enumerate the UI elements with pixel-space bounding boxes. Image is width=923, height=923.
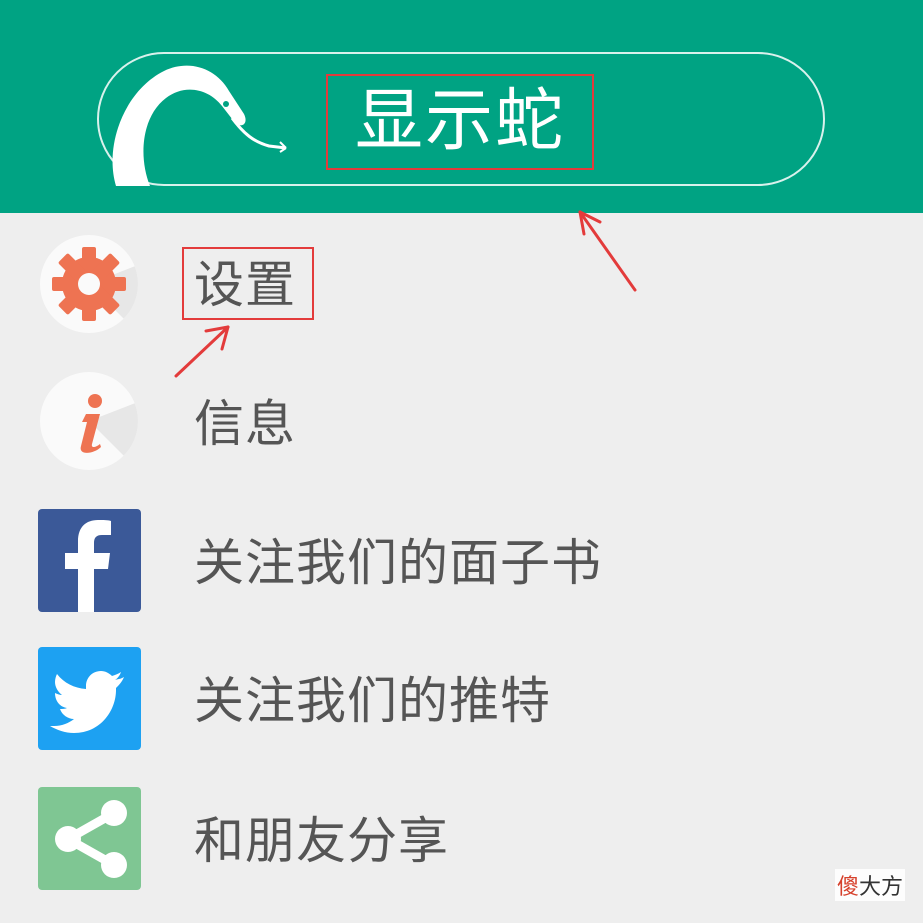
- menu-item-settings[interactable]: 设置: [0, 225, 923, 345]
- watermark-first-char: 傻: [836, 875, 859, 900]
- menu-item-label: 信息: [194, 395, 296, 453]
- menu-item-label: 和朋友分享: [194, 812, 449, 870]
- watermark: 傻大方: [834, 869, 905, 901]
- twitter-icon: [38, 647, 141, 750]
- title-highlight-box: [326, 74, 594, 170]
- watermark-rest: 大方: [858, 875, 903, 900]
- menu-item-label: 关注我们的推特: [194, 672, 551, 730]
- menu-item-facebook[interactable]: 关注我们的面子书: [0, 502, 923, 622]
- gear-icon: [40, 235, 138, 333]
- facebook-icon: [38, 509, 141, 612]
- info-icon: [40, 372, 138, 470]
- menu-item-share[interactable]: 和朋友分享: [0, 780, 923, 900]
- menu-item-label: 设置: [194, 256, 296, 314]
- menu-item-twitter[interactable]: 关注我们的推特: [0, 640, 923, 760]
- share-icon: [38, 787, 141, 890]
- menu-item-label: 关注我们的面子书: [194, 534, 602, 592]
- snake-icon: [112, 65, 287, 186]
- menu-item-info[interactable]: 信息: [0, 362, 923, 482]
